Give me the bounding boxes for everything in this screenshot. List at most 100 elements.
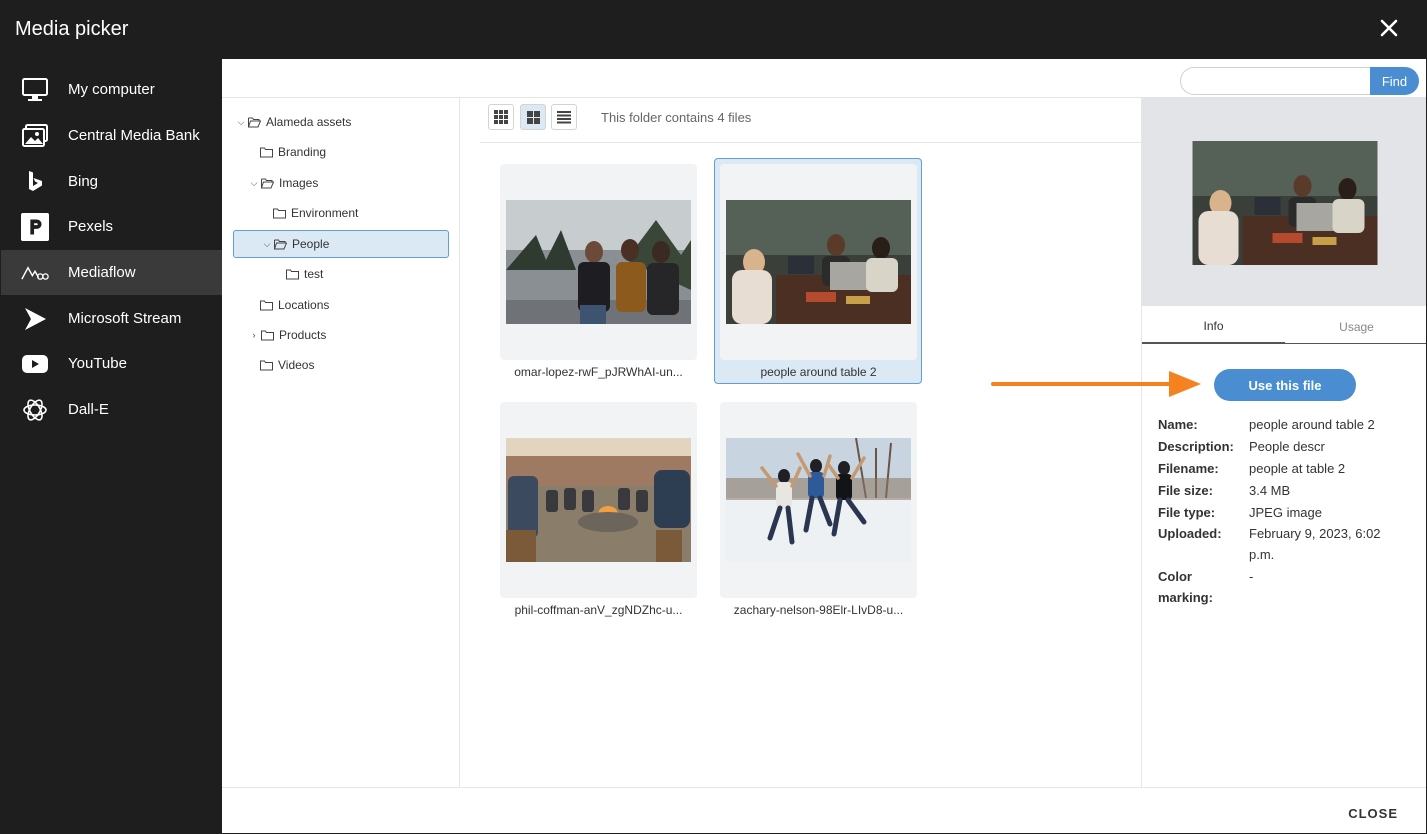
tree-node-videos[interactable]: Videos	[260, 351, 314, 379]
sidebar-item-label: Dall-E	[68, 401, 109, 418]
info-key: Color marking:	[1158, 569, 1213, 605]
search-input[interactable]	[1180, 67, 1372, 95]
folder-file-count: This folder contains 4 files	[601, 110, 752, 125]
sidebar-item-youtube[interactable]: YouTube	[1, 341, 222, 386]
info-key: Description:	[1158, 439, 1234, 454]
chevron-down-icon[interactable]: ⌵	[236, 117, 246, 128]
info-value: JPEG image	[1249, 505, 1322, 520]
source-sidebar: My computer Central Media Bank Bing Pexe…	[1, 59, 222, 833]
sidebar-item-bing[interactable]: Bing	[1, 159, 222, 204]
sidebar-item-label: Microsoft Stream	[68, 310, 182, 327]
stream-icon	[21, 305, 49, 333]
info-value: People descr	[1249, 439, 1325, 454]
view-list-button[interactable]	[551, 104, 577, 130]
file-tile-phil-coffman[interactable]: phil-coffman-anV_zgNDZhc-u...	[500, 402, 697, 617]
folder-open-icon	[274, 239, 287, 249]
tree-node-environment[interactable]: Environment	[273, 199, 358, 227]
bing-icon	[21, 168, 49, 196]
openai-icon	[21, 396, 49, 424]
view-large-grid-button[interactable]	[520, 104, 546, 130]
close-button[interactable]: CLOSE	[1348, 806, 1398, 821]
file-tile-people-around-table[interactable]: people around table 2	[714, 158, 922, 384]
tree-node-people[interactable]: ⌵ People	[233, 230, 449, 258]
view-small-grid-button[interactable]	[488, 104, 514, 130]
images-icon	[21, 122, 49, 150]
sidebar-item-label: Pexels	[68, 218, 114, 235]
tree-node-label: test	[304, 267, 324, 281]
info-key: Filename:	[1158, 461, 1219, 476]
info-value: people around table 2	[1249, 417, 1375, 432]
file-thumbnail	[506, 438, 691, 562]
tree-node-label: Branding	[278, 145, 327, 159]
grid-large-icon	[526, 110, 540, 124]
file-thumbnail	[726, 200, 911, 324]
info-value: -	[1249, 569, 1254, 584]
sidebar-item-label: Bing	[68, 173, 99, 190]
preview-image	[1192, 141, 1378, 265]
sidebar-item-dall-e[interactable]: Dall-E	[1, 387, 222, 432]
file-thumbnail	[506, 200, 691, 324]
info-key: File size:	[1158, 483, 1213, 498]
chevron-down-icon[interactable]: ⌵	[262, 239, 272, 250]
sidebar-item-label: YouTube	[68, 355, 127, 372]
file-tile-zachary-nelson[interactable]: zachary-nelson-98Elr-LIvD8-u...	[720, 402, 917, 617]
file-tile-omar-lopez[interactable]: omar-lopez-rwF_pJRWhAI-un...	[500, 164, 697, 379]
tree-node-label: Products	[279, 328, 327, 342]
info-value: people at table 2	[1249, 461, 1346, 476]
file-name: phil-coffman-anV_zgNDZhc-u...	[514, 603, 683, 617]
info-key: File type:	[1158, 505, 1216, 520]
tree-node-locations[interactable]: Locations	[260, 291, 329, 319]
tree-node-label: People	[292, 237, 330, 251]
info-value: 3.4 MB	[1249, 483, 1291, 498]
folder-open-icon	[248, 117, 261, 127]
content-toolbar: This folder contains 4 files	[480, 98, 1141, 143]
tree-node-label: Images	[279, 176, 319, 190]
dialog-title: Media picker	[15, 18, 129, 40]
grid-small-icon	[494, 110, 508, 124]
title-bar: Media picker	[1, 1, 1426, 59]
sidebar-item-central-media-bank[interactable]: Central Media Bank	[1, 113, 222, 158]
folder-icon	[273, 208, 286, 218]
folder-icon	[286, 269, 299, 279]
file-name: people around table 2	[760, 365, 877, 379]
tree-node-products[interactable]: › Products	[249, 321, 327, 349]
search-bar: Find	[222, 59, 1426, 98]
sidebar-item-microsoft-stream[interactable]: Microsoft Stream	[1, 296, 222, 341]
monitor-icon	[21, 76, 49, 104]
sidebar-item-pexels[interactable]: Pexels	[1, 204, 222, 249]
find-button[interactable]: Find	[1370, 67, 1419, 95]
tree-node-alameda-assets[interactable]: ⌵ Alameda assets	[236, 108, 352, 136]
tree-node-label: Alameda assets	[266, 115, 352, 129]
list-icon	[557, 110, 571, 123]
folder-icon	[261, 330, 274, 340]
tab-usage[interactable]: Usage	[1285, 310, 1426, 344]
sidebar-item-my-computer[interactable]: My computer	[1, 67, 222, 112]
media-picker-dialog: Media picker My computer Central Media B…	[0, 0, 1427, 834]
chevron-right-icon[interactable]: ›	[249, 330, 259, 340]
tree-node-label: Videos	[278, 358, 315, 372]
folder-icon	[260, 300, 273, 310]
tree-node-branding[interactable]: Branding	[260, 138, 326, 166]
details-panel: Info Usage Use this file Name: people ar…	[1141, 98, 1426, 787]
folder-icon	[260, 147, 273, 157]
sidebar-item-label: Mediaflow	[68, 264, 136, 281]
folder-tree: ⌵ Alameda assets Branding ⌵ Images Envir…	[222, 98, 460, 787]
sidebar-item-label: Central Media Bank	[68, 127, 200, 144]
chevron-down-icon[interactable]: ⌵	[249, 178, 259, 189]
tree-node-test[interactable]: test	[286, 260, 323, 288]
pexels-icon	[21, 212, 49, 241]
preview-area	[1142, 98, 1426, 306]
tab-info[interactable]: Info	[1142, 310, 1285, 344]
sidebar-item-mediaflow[interactable]: Mediaflow	[1, 250, 222, 295]
file-name: omar-lopez-rwF_pJRWhAI-un...	[514, 365, 683, 379]
details-tabs: Info Usage	[1142, 310, 1426, 344]
use-this-file-button[interactable]: Use this file	[1214, 369, 1356, 401]
tree-node-images[interactable]: ⌵ Images	[249, 169, 319, 197]
close-icon[interactable]	[1378, 17, 1400, 39]
mediaflow-icon	[21, 259, 49, 287]
info-key: Uploaded:	[1158, 526, 1222, 541]
dialog-footer: CLOSE	[222, 787, 1426, 833]
tree-node-label: Locations	[278, 298, 330, 312]
info-key: Name:	[1158, 417, 1198, 432]
file-thumbnail	[726, 438, 911, 562]
